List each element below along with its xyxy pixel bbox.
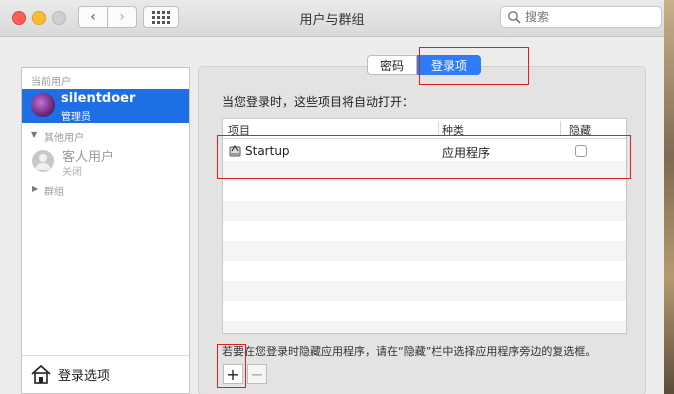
login-items-description: 当您登录时，这些项目将自动打开： xyxy=(222,95,415,109)
preferences-window: ‹ › 用户与群组 当前用户 silentdoer 管理员 ▼ 其他用户 xyxy=(0,0,664,394)
empty-row xyxy=(223,301,626,321)
avatar xyxy=(31,93,55,117)
empty-row xyxy=(223,281,626,301)
tab-login-items[interactable]: 登录项 xyxy=(417,55,481,75)
search-input[interactable] xyxy=(525,9,655,25)
column-divider xyxy=(560,121,561,136)
login-items-table: 项目 种类 隐藏 Startup 应用程序 xyxy=(222,118,627,334)
empty-row xyxy=(223,261,626,281)
hide-hint-text: 若要在您登录时隐藏应用程序，请在“隐藏”栏中选择应用程序旁边的复选框。 xyxy=(222,345,597,358)
current-users-header: 当前用户 xyxy=(31,77,71,88)
search-field[interactable] xyxy=(500,6,662,28)
current-user-item[interactable]: silentdoer 管理员 xyxy=(22,89,189,123)
guest-avatar xyxy=(32,150,54,172)
user-list-sidebar: 当前用户 silentdoer 管理员 ▼ 其他用户 客人用户 关闭 ▶ 群组 xyxy=(21,67,190,394)
remove-item-button[interactable]: − xyxy=(247,364,267,384)
column-item[interactable]: 项目 xyxy=(228,122,250,138)
tab-password[interactable]: 密码 xyxy=(367,55,417,75)
user-role: 管理员 xyxy=(61,112,91,123)
title-bar: ‹ › 用户与群组 xyxy=(0,0,664,37)
empty-row xyxy=(223,241,626,261)
other-users-header: 其他用户 xyxy=(44,133,84,144)
disclosure-right-icon[interactable]: ▶ xyxy=(32,184,38,193)
desktop-background xyxy=(664,0,674,394)
item-kind: 应用程序 xyxy=(442,146,491,160)
table-header: 项目 种类 隐藏 xyxy=(223,119,626,139)
column-hidden[interactable]: 隐藏 xyxy=(569,122,591,138)
column-divider xyxy=(438,121,439,136)
login-options-label: 登录选项 xyxy=(58,369,111,384)
empty-row xyxy=(223,221,626,241)
login-options-item[interactable]: 登录选项 xyxy=(22,355,189,394)
item-name: Startup xyxy=(245,144,290,158)
column-kind[interactable]: 种类 xyxy=(442,122,464,138)
user-name: silentdoer xyxy=(61,91,136,106)
person-icon xyxy=(35,154,51,170)
guest-status: 关闭 xyxy=(62,167,82,178)
groups-header: 群组 xyxy=(44,187,64,198)
hide-checkbox[interactable] xyxy=(575,145,587,157)
add-item-button[interactable]: + xyxy=(223,364,243,384)
table-row[interactable]: Startup 应用程序 xyxy=(223,141,626,161)
search-icon xyxy=(508,11,521,24)
empty-row xyxy=(223,161,626,181)
app-icon xyxy=(229,144,241,157)
empty-row xyxy=(223,321,626,333)
empty-row xyxy=(223,201,626,221)
empty-row xyxy=(223,181,626,201)
house-icon xyxy=(31,364,51,384)
disclosure-down-icon[interactable]: ▼ xyxy=(31,130,37,139)
